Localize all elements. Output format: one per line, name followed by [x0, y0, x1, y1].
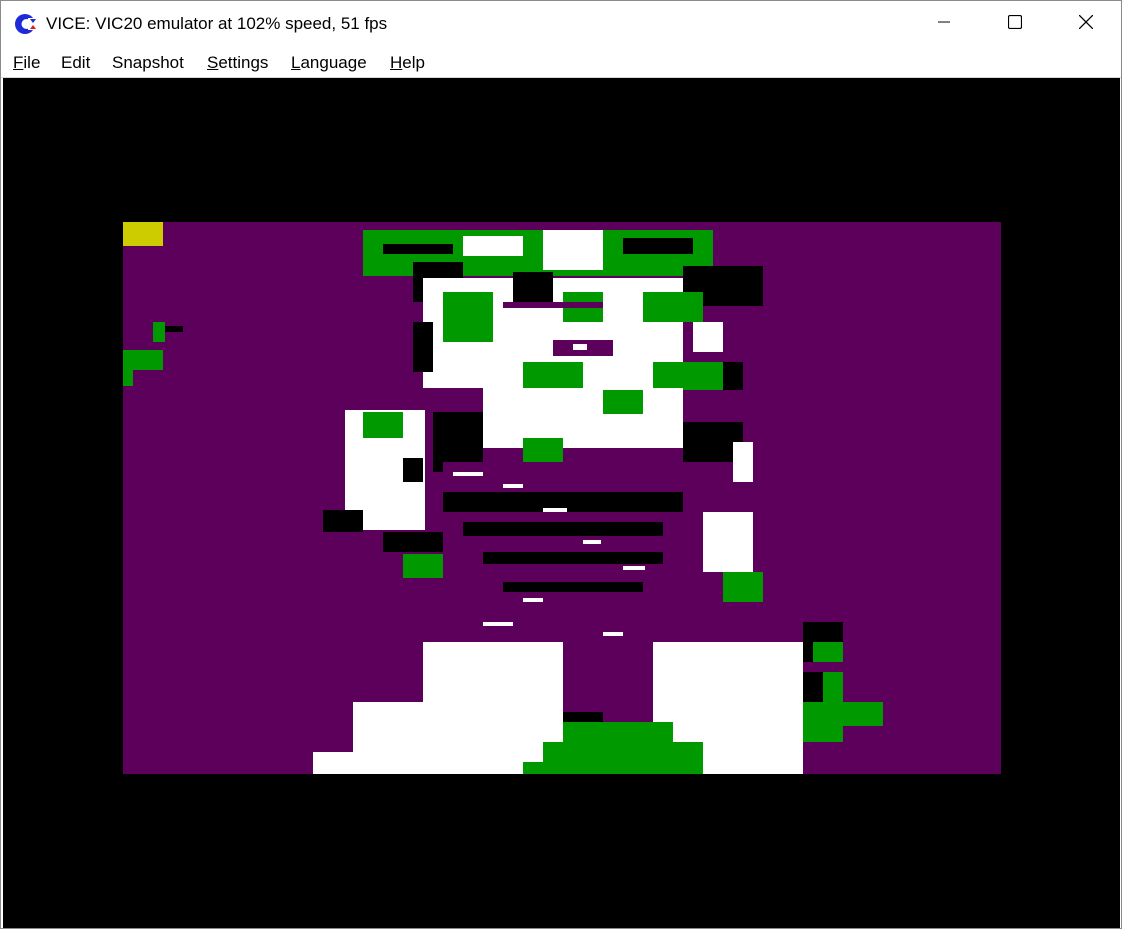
- menu-language-rest: anguage: [300, 53, 367, 72]
- vic-display-area: [123, 222, 1001, 774]
- pixel-art-portrait: [123, 222, 883, 774]
- close-icon: [1078, 14, 1094, 34]
- menu-help[interactable]: Help: [390, 53, 425, 75]
- menu-edit-label: Edit: [61, 53, 91, 72]
- minimize-button[interactable]: [909, 1, 979, 47]
- menu-file-mnemonic: F: [13, 53, 24, 72]
- title-bar[interactable]: VICE: VIC20 emulator at 102% speed, 51 f…: [1, 1, 1121, 47]
- maximize-button[interactable]: [980, 1, 1050, 47]
- menu-file[interactable]: File: [13, 53, 40, 75]
- menu-help-mnemonic: H: [390, 53, 403, 72]
- vice-window: VICE: VIC20 emulator at 102% speed, 51 f…: [0, 0, 1122, 929]
- emulator-screen[interactable]: [3, 78, 1120, 928]
- menu-settings-rest: ettings: [218, 53, 269, 72]
- menu-language[interactable]: Language: [291, 53, 367, 75]
- menu-help-rest: elp: [402, 53, 425, 72]
- menu-bar: File Edit Snapshot Settings Language Hel…: [1, 47, 1121, 78]
- minimize-icon: [938, 15, 950, 33]
- menu-settings[interactable]: Settings: [207, 53, 268, 75]
- menu-edit[interactable]: Edit: [61, 53, 90, 75]
- window-title: VICE: VIC20 emulator at 102% speed, 51 f…: [46, 14, 388, 33]
- commodore-logo-icon: [14, 12, 38, 36]
- maximize-icon: [1007, 14, 1023, 34]
- cursor-block: [123, 222, 163, 246]
- menu-settings-mnemonic: S: [207, 53, 219, 72]
- menu-snapshot[interactable]: Snapshot: [112, 53, 184, 75]
- menu-snapshot-mnemonic-prefix: Sna: [112, 53, 143, 72]
- close-button[interactable]: [1051, 1, 1121, 47]
- menu-snapshot-rest: pshot: [142, 53, 184, 72]
- menu-file-rest: ile: [23, 53, 41, 72]
